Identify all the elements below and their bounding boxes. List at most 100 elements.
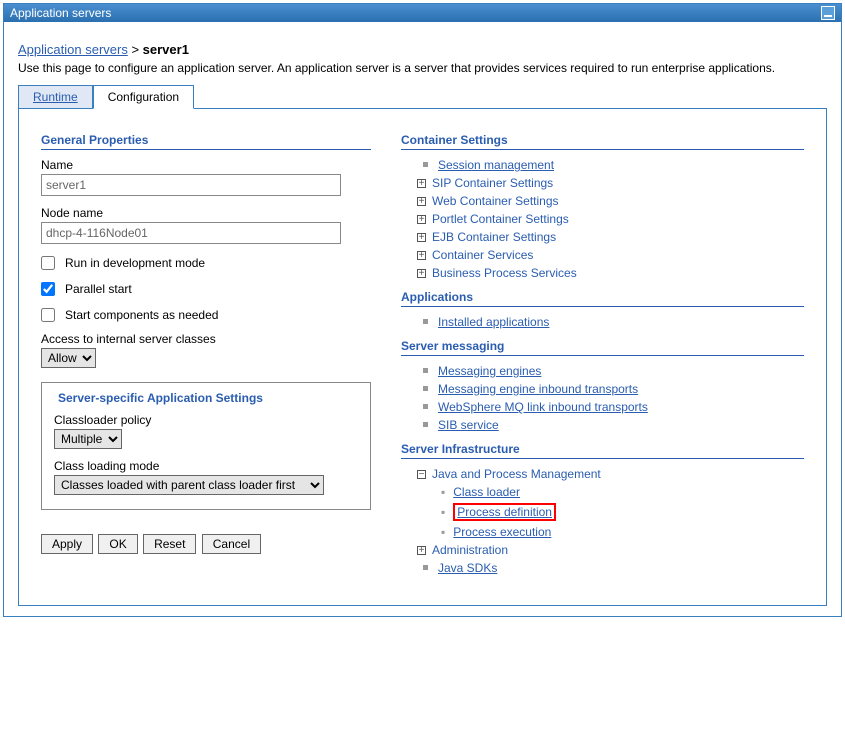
bullet-icon	[423, 386, 428, 391]
jpm-subtree: Class loader Process definition Process …	[417, 485, 804, 539]
container-settings-heading: Container Settings	[401, 133, 804, 150]
bullet-icon	[423, 565, 428, 570]
access-label: Access to internal server classes	[41, 332, 371, 346]
installed-applications-link[interactable]: Installed applications	[438, 315, 549, 329]
tree-item-web: + Web Container Settings	[417, 194, 804, 208]
bps-label[interactable]: Business Process Services	[432, 266, 577, 280]
start-components-checkbox[interactable]	[41, 308, 55, 322]
tree-item-sib: SIB service	[417, 418, 804, 432]
classloader-policy-label: Classloader policy	[54, 413, 358, 427]
page-content: Application servers > server1 Use this p…	[4, 22, 841, 616]
expand-icon[interactable]: +	[417, 215, 426, 224]
tree-item-mq: WebSphere MQ link inbound transports	[417, 400, 804, 414]
apply-button[interactable]: Apply	[41, 534, 93, 554]
web-container-label[interactable]: Web Container Settings	[432, 194, 559, 208]
highlight-box: Process definition	[453, 503, 556, 521]
breadcrumb-sep: >	[128, 42, 143, 57]
java-sdks-link[interactable]: Java SDKs	[438, 561, 497, 575]
page-description: Use this page to configure an applicatio…	[18, 61, 827, 75]
class-loader-link[interactable]: Class loader	[453, 485, 520, 499]
tab-runtime[interactable]: Runtime	[18, 85, 93, 108]
sip-container-label[interactable]: SIP Container Settings	[432, 176, 553, 190]
tab-configuration[interactable]: Configuration	[93, 85, 194, 109]
server-specific-fieldset: Server-specific Application Settings Cla…	[41, 382, 371, 510]
tree-item-services: + Container Services	[417, 248, 804, 262]
infrastructure-tree: −Java and Process Management Class loade…	[401, 467, 804, 575]
ok-button[interactable]: OK	[98, 534, 137, 554]
tree-item-session: Session management	[417, 158, 804, 172]
server-infrastructure-heading: Server Infrastructure	[401, 442, 804, 459]
breadcrumb-leaf: server1	[143, 42, 189, 57]
parallel-start-label: Parallel start	[65, 282, 132, 296]
container-services-label[interactable]: Container Services	[432, 248, 533, 262]
expand-icon[interactable]: +	[417, 269, 426, 278]
messaging-engines-link[interactable]: Messaging engines	[438, 364, 541, 378]
container-settings-tree: Session management + SIP Container Settin…	[401, 158, 804, 280]
websphere-mq-link[interactable]: WebSphere MQ link inbound transports	[438, 400, 648, 414]
tree-item-procexec: Process execution	[441, 525, 804, 539]
applications-tree: Installed applications	[401, 315, 804, 329]
window-title: Application servers	[10, 6, 111, 20]
tree-item-engines: Messaging engines	[417, 364, 804, 378]
breadcrumb-root-link[interactable]: Application servers	[18, 42, 128, 57]
name-input[interactable]	[41, 174, 341, 196]
left-column: General Properties Name Node name Run in…	[41, 133, 371, 581]
expand-icon[interactable]: +	[417, 179, 426, 188]
collapse-icon[interactable]: −	[417, 470, 426, 479]
minimize-icon[interactable]	[821, 6, 835, 20]
expand-icon[interactable]: +	[417, 197, 426, 206]
node-name-label: Node name	[41, 206, 371, 220]
general-properties-heading: General Properties	[41, 133, 371, 150]
breadcrumb: Application servers > server1	[18, 42, 827, 57]
tree-item-jpm: −Java and Process Management Class loade…	[417, 467, 804, 539]
bullet-icon	[423, 422, 428, 427]
tree-item-ejb: + EJB Container Settings	[417, 230, 804, 244]
window-titlebar: Application servers	[4, 4, 841, 22]
messaging-tree: Messaging engines Messaging engine inbou…	[401, 364, 804, 432]
expand-icon[interactable]: +	[417, 233, 426, 242]
button-row: Apply OK Reset Cancel	[41, 534, 371, 554]
process-definition-link[interactable]: Process definition	[457, 505, 552, 519]
access-select[interactable]: Allow	[41, 348, 96, 368]
tree-item-procdef: Process definition	[441, 503, 804, 521]
right-column: Container Settings Session management +S…	[401, 133, 804, 581]
bullet-icon	[423, 319, 428, 324]
administration-label[interactable]: Administration	[432, 543, 508, 557]
applications-heading: Applications	[401, 290, 804, 307]
ejb-container-label[interactable]: EJB Container Settings	[432, 230, 556, 244]
tree-item-sdks: Java SDKs	[417, 561, 804, 575]
java-process-mgmt-label[interactable]: Java and Process Management	[432, 467, 601, 481]
tree-item-inbound: Messaging engine inbound transports	[417, 382, 804, 396]
config-panel: General Properties Name Node name Run in…	[18, 109, 827, 606]
sib-service-link[interactable]: SIB service	[438, 418, 499, 432]
process-execution-link[interactable]: Process execution	[453, 525, 551, 539]
window-frame: Application servers Application servers …	[3, 3, 842, 617]
messaging-inbound-link[interactable]: Messaging engine inbound transports	[438, 382, 638, 396]
dev-mode-label: Run in development mode	[65, 256, 205, 270]
dev-mode-checkbox[interactable]	[41, 256, 55, 270]
classloading-mode-select[interactable]: Classes loaded with parent class loader …	[54, 475, 324, 495]
classloading-mode-label: Class loading mode	[54, 459, 358, 473]
reset-button[interactable]: Reset	[143, 534, 196, 554]
server-specific-legend: Server-specific Application Settings	[54, 391, 267, 405]
tree-item-classloader: Class loader	[441, 485, 804, 499]
tree-item-installed: Installed applications	[417, 315, 804, 329]
tree-item-portlet: + Portlet Container Settings	[417, 212, 804, 226]
tree-item-admin: + Administration	[417, 543, 804, 557]
server-messaging-heading: Server messaging	[401, 339, 804, 356]
expand-icon[interactable]: +	[417, 251, 426, 260]
tabstrip: Runtime Configuration	[18, 85, 827, 109]
cancel-button[interactable]: Cancel	[202, 534, 261, 554]
classloader-policy-select[interactable]: Multiple	[54, 429, 122, 449]
name-label: Name	[41, 158, 371, 172]
node-name-input[interactable]	[41, 222, 341, 244]
portlet-container-label[interactable]: Portlet Container Settings	[432, 212, 569, 226]
bullet-icon	[423, 404, 428, 409]
bullet-icon	[423, 368, 428, 373]
session-management-link[interactable]: Session management	[438, 158, 554, 172]
bullet-icon	[423, 162, 428, 167]
expand-icon[interactable]: +	[417, 546, 426, 555]
tree-item-bps: + Business Process Services	[417, 266, 804, 280]
tree-item-sip: + SIP Container Settings	[417, 176, 804, 190]
parallel-start-checkbox[interactable]	[41, 282, 55, 296]
